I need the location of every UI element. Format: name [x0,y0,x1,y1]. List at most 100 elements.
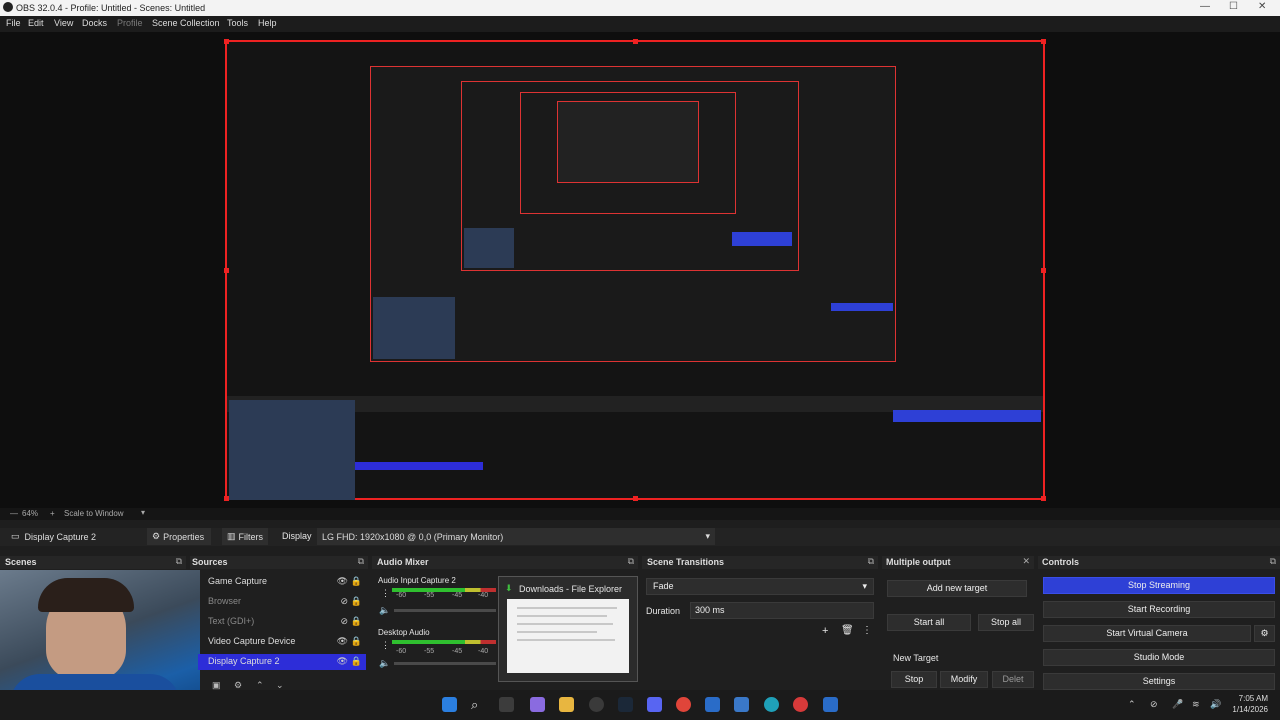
kebab-menu-icon[interactable]: ⋮ [862,625,872,636]
menu-scene-collection[interactable]: Scene Collection [152,18,220,28]
float-icon[interactable]: ⧉ [868,556,874,567]
source-item-video-capture-device[interactable]: Video Capture Device 👁 🔒 [198,634,366,650]
add-icon[interactable]: + [822,625,828,637]
discord-icon[interactable] [647,697,662,712]
kebab-menu-icon[interactable]: ⋮ [381,640,390,651]
audio-mixer-dock-header: Audio Mixer ⧉ [372,556,638,569]
float-icon[interactable]: ⧉ [358,556,364,567]
menu-edit[interactable]: Edit [28,18,44,28]
chrome-icon[interactable] [676,697,691,712]
add-new-target-button[interactable]: Add new target [887,580,1027,597]
copilot-icon[interactable] [530,697,545,712]
source-item-display-capture-2[interactable]: Display Capture 2 👁 🔒 [198,654,366,670]
lock-icon[interactable]: 🔒 [351,576,362,587]
wifi-icon[interactable]: ≋ [1192,699,1200,710]
speaker-icon[interactable]: 🔈 [379,605,390,616]
start-virtual-camera-button[interactable]: Start Virtual Camera [1043,625,1251,642]
modify-target-button[interactable]: Modify [940,671,988,688]
preview-canvas-display-capture[interactable] [224,39,1046,501]
lock-icon[interactable]: 🔒 [351,596,362,607]
store-icon[interactable] [705,697,720,712]
zoom-mode[interactable]: Scale to Window [64,509,124,518]
nested-stop-streaming [893,410,1041,422]
resize-handle[interactable] [1041,268,1046,273]
network-icon[interactable]: ⊘ [1150,699,1158,710]
calculator-icon[interactable] [823,697,838,712]
menu-tools[interactable]: Tools [227,18,248,28]
edge-icon[interactable] [764,697,779,712]
clock-date[interactable]: 1/14/2026 [1228,705,1268,714]
volume-icon[interactable]: 🔊 [1210,699,1221,710]
clock-time[interactable]: 7:05 AM [1228,694,1268,703]
scenes-title: Scenes [5,557,37,567]
windows-start-icon[interactable] [442,697,457,712]
start-all-button[interactable]: Start all [887,614,971,631]
close-icon[interactable]: ✕ [1258,1,1266,12]
float-icon[interactable]: ⧉ [176,556,182,567]
stop-target-button[interactable]: Stop [891,671,937,688]
eye-icon[interactable]: 👁 [337,656,348,667]
volume-slider[interactable] [394,609,496,612]
eye-icon[interactable]: 👁 [337,576,348,587]
gear-icon[interactable]: ⚙ [1254,625,1275,642]
file-explorer-icon[interactable] [559,697,574,712]
menu-help[interactable]: Help [258,18,277,28]
menu-profile[interactable]: Profile [117,18,143,28]
stop-all-button[interactable]: Stop all [978,614,1034,631]
chrome-icon[interactable] [793,697,808,712]
eye-hidden-icon[interactable]: ⊘ [340,596,348,607]
stop-streaming-button[interactable]: Stop Streaming [1043,577,1275,594]
display-label: Display [282,531,312,541]
filter-icon: ▥ [227,531,236,541]
resize-handle[interactable] [633,496,638,501]
microphone-icon[interactable]: 🎤 [1172,699,1183,710]
resize-handle[interactable] [633,39,638,44]
meter-tick: -40 [478,592,489,599]
float-icon[interactable]: ⧉ [1270,556,1276,567]
source-item-text-gdi[interactable]: Text (GDI+) ⊘ 🔒 [198,614,366,630]
resize-handle[interactable] [1041,496,1046,501]
speaker-icon[interactable]: 🔈 [379,658,390,669]
resize-handle[interactable] [224,39,229,44]
settings-button[interactable]: Settings [1043,673,1275,690]
filters-button[interactable]: ▥ Filters [222,528,268,545]
app-icon[interactable] [734,697,749,712]
menu-view[interactable]: View [54,18,73,28]
duration-spinbox[interactable]: 300 ms [690,602,874,619]
nested-capture-level-4 [557,101,699,183]
delete-target-button[interactable]: Delet [992,671,1034,688]
source-item-browser[interactable]: Browser ⊘ 🔒 [198,594,366,610]
eye-hidden-icon[interactable]: ⊘ [340,616,348,627]
lock-icon[interactable]: 🔒 [351,616,362,627]
eye-icon[interactable]: 👁 [337,636,348,647]
chevron-down-icon[interactable]: ▾ [141,508,145,517]
float-icon[interactable]: ⧉ [628,556,634,567]
chevron-up-icon[interactable]: ⌃ [1128,699,1136,710]
menu-file[interactable]: File [6,18,21,28]
studio-mode-button[interactable]: Studio Mode [1043,649,1275,666]
steam-icon[interactable] [618,697,633,712]
maximize-icon[interactable]: ☐ [1229,1,1238,12]
file-explorer-thumbnail-popup[interactable]: ⬇ Downloads - File Explorer [498,576,638,682]
resize-handle[interactable] [1041,39,1046,44]
volume-slider[interactable] [394,662,496,665]
properties-button[interactable]: ⚙ Properties [147,528,211,545]
transition-select[interactable]: Fade ▾ [646,578,874,595]
obs-icon[interactable] [589,697,604,712]
trash-icon[interactable]: 🗑 [841,625,854,636]
kebab-menu-icon[interactable]: ⋮ [381,588,390,599]
start-recording-button[interactable]: Start Recording [1043,601,1275,618]
nested-selected-source [355,462,483,470]
zoom-in-icon[interactable]: + [50,509,55,518]
lock-icon[interactable]: 🔒 [351,636,362,647]
zoom-out-icon[interactable]: — [10,509,18,518]
minimize-icon[interactable]: — [1200,1,1210,12]
task-view-icon[interactable] [499,697,514,712]
close-icon[interactable]: ✕ [1022,556,1030,567]
resize-handle[interactable] [224,268,229,273]
lock-icon[interactable]: 🔒 [351,656,362,667]
search-icon[interactable]: ⌕ [471,697,486,712]
menu-docks[interactable]: Docks [82,18,107,28]
source-item-game-capture[interactable]: Game Capture 👁 🔒 [198,574,366,590]
display-select[interactable]: LG FHD: 1920x1080 @ 0,0 (Primary Monitor… [317,528,715,545]
